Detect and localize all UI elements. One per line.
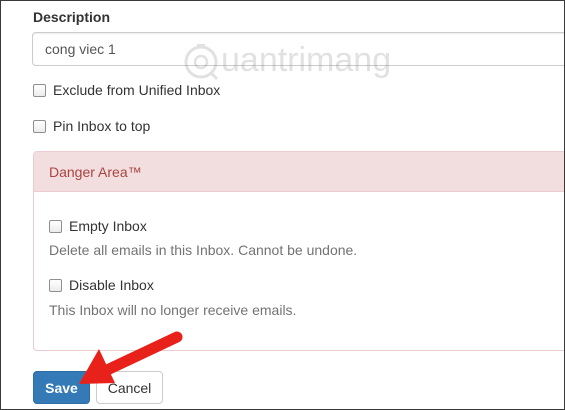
empty-inbox-label: Empty Inbox — [69, 218, 147, 234]
annotation-arrow-icon — [79, 331, 183, 384]
pin-inbox-checkbox[interactable] — [33, 119, 46, 133]
empty-inbox-option[interactable]: Empty Inbox — [49, 217, 147, 235]
pin-inbox-label: Pin Inbox to top — [53, 118, 151, 134]
description-input[interactable] — [32, 32, 564, 66]
empty-inbox-checkbox[interactable] — [49, 219, 62, 233]
exclude-unified-checkbox[interactable] — [33, 83, 46, 97]
exclude-unified-option[interactable]: Exclude from Unified Inbox — [33, 81, 220, 99]
danger-area-title: Danger Area™ — [49, 164, 142, 180]
exclude-unified-label: Exclude from Unified Inbox — [53, 82, 221, 98]
settings-form: Description uantrimang Exclude from Unif… — [0, 0, 565, 410]
description-label: Description — [33, 9, 111, 25]
pin-inbox-option[interactable]: Pin Inbox to top — [33, 117, 150, 135]
disable-inbox-label: Disable Inbox — [69, 277, 154, 293]
danger-area-heading: Danger Area™ — [34, 152, 564, 192]
disable-inbox-checkbox[interactable] — [49, 278, 62, 292]
disable-inbox-help: This Inbox will no longer receive emails… — [49, 302, 297, 318]
empty-inbox-help: Delete all emails in this Inbox. Cannot … — [49, 242, 358, 258]
disable-inbox-option[interactable]: Disable Inbox — [49, 276, 154, 294]
